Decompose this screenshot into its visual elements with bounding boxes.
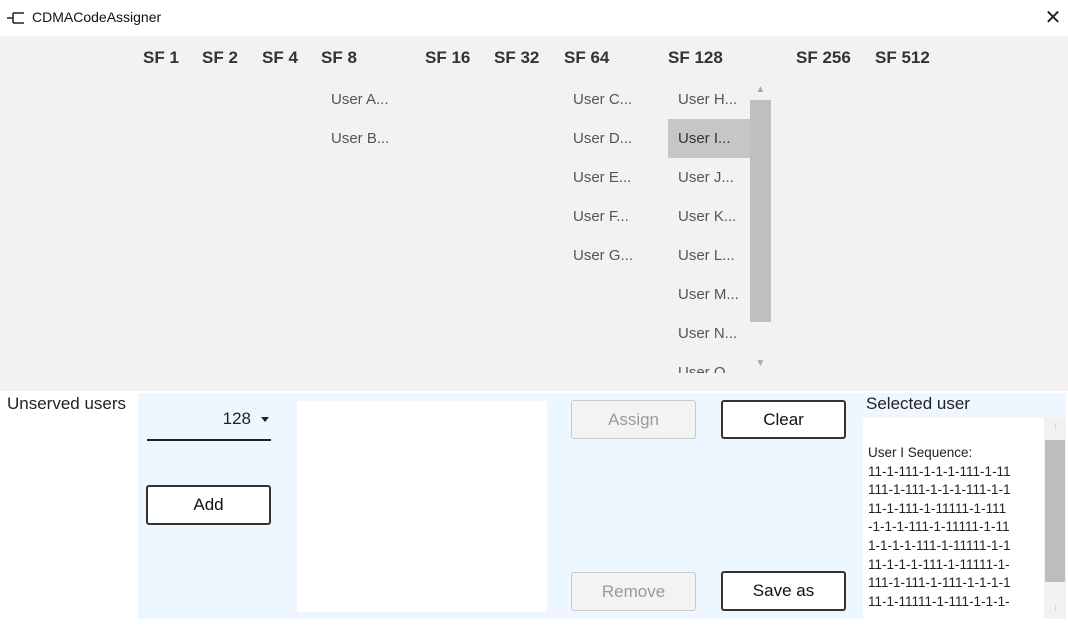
sf-header-128: SF 128 (668, 48, 723, 67)
list-item[interactable]: User N... (668, 314, 750, 353)
selected-user-sequence[interactable]: User I Sequence: 11-1-111-1-1-1-111-1-11… (863, 418, 1066, 619)
list-item[interactable]: User B... (321, 119, 411, 158)
sf-header-2: SF 2 (202, 48, 238, 67)
list-item[interactable]: User H... (668, 80, 750, 119)
list-item[interactable]: User L... (668, 236, 750, 275)
unserved-users-label: Unserved users (7, 394, 127, 413)
list-item-selected[interactable]: User I... (668, 119, 750, 158)
sf-header-8: SF 8 (321, 48, 357, 67)
list-item[interactable]: User D... (563, 119, 653, 158)
list-item[interactable]: User A... (321, 80, 411, 119)
scroll-down-icon[interactable]: ↓ (1045, 600, 1066, 616)
sf-header-16: SF 16 (425, 48, 471, 67)
selected-user-label: Selected user (866, 394, 970, 413)
list-item[interactable]: User C... (563, 80, 653, 119)
remove-button[interactable]: Remove (571, 572, 696, 611)
app-icon (7, 12, 24, 24)
list-item[interactable]: User O... (668, 353, 750, 373)
sequence-scrollbar[interactable]: ↑ ↓ (1044, 418, 1066, 619)
unserved-users-list[interactable] (297, 401, 547, 612)
sf-header-256: SF 256 (796, 48, 851, 67)
sf-header-1: SF 1 (143, 48, 179, 67)
add-button[interactable]: Add (146, 485, 271, 525)
window-title: CDMACodeAssigner (32, 9, 162, 25)
scroll-down-icon[interactable]: ▼ (750, 356, 771, 372)
sf-header-32: SF 32 (494, 48, 540, 67)
scrollbar-thumb[interactable] (1045, 440, 1065, 582)
close-button[interactable]: ✕ (1040, 5, 1066, 31)
clear-button[interactable]: Clear (721, 400, 846, 439)
sf128-scrollbar[interactable]: ▲ ▼ (750, 80, 771, 373)
sf-tree-area (0, 36, 1068, 391)
sf64-user-list: User C... User D... User E... User F... … (563, 80, 653, 275)
list-item[interactable]: User E... (563, 158, 653, 197)
scroll-up-icon[interactable]: ▲ (750, 82, 771, 98)
sequence-text: User I Sequence: 11-1-111-1-1-1-111-1-11… (868, 445, 1011, 609)
sf-header-4: SF 4 (262, 48, 298, 67)
list-item[interactable]: User M... (668, 275, 750, 314)
list-item[interactable]: User F... (563, 197, 653, 236)
sf-header-512: SF 512 (875, 48, 930, 67)
chevron-down-icon (261, 417, 269, 422)
sf8-user-list: User A... User B... (321, 80, 411, 158)
sf-select-value: 128 (222, 409, 251, 428)
save-as-button[interactable]: Save as (721, 571, 846, 611)
list-item[interactable]: User K... (668, 197, 750, 236)
assign-button[interactable]: Assign (571, 400, 696, 439)
list-item[interactable]: User J... (668, 158, 750, 197)
sf-select[interactable]: 128 (147, 401, 271, 441)
list-item[interactable]: User G... (563, 236, 653, 275)
scroll-up-icon[interactable]: ↑ (1045, 420, 1066, 436)
scrollbar-thumb[interactable] (750, 100, 771, 322)
sf-header-64: SF 64 (564, 48, 610, 67)
